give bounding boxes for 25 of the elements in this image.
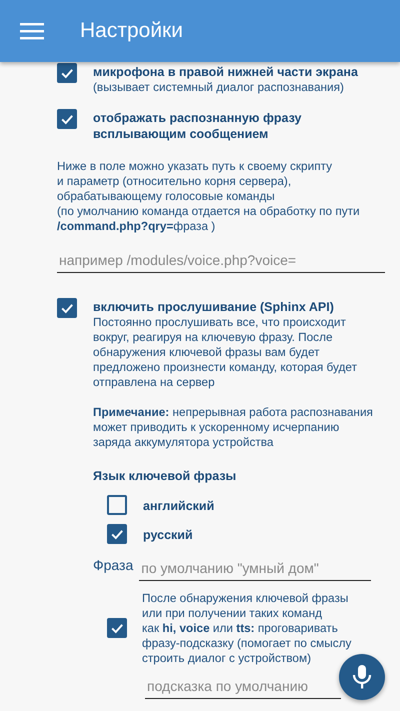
checkbox[interactable]: [57, 109, 77, 129]
checkbox[interactable]: [57, 298, 77, 318]
checkbox[interactable]: [107, 524, 127, 544]
checkbox[interactable]: [107, 495, 127, 515]
option-label: отображать распознанную фразу всплывающим сообщением: [93, 110, 302, 142]
option-label: включить прослушивание (Sphinx API): [93, 299, 335, 315]
phrase-label: Фраза: [93, 557, 134, 575]
menu-icon[interactable]: [20, 22, 44, 40]
option-description: (вызывает системный диалог распознавания): [93, 80, 344, 95]
screen-title: Настройки: [80, 19, 183, 43]
script-note: Ниже в поле можно указать путь к своему скрипту и параметр (относительно корня сервера), обрабатывающему голосовые команды (по умолчанию команда отдается на обработку по пути /command.php?qry=фраза ): [57, 159, 361, 234]
microphone-button[interactable]: [339, 654, 385, 700]
option-label: микрофона в правой нижней части экрана: [93, 64, 358, 80]
hint-field[interactable]: подсказка по умолчанию: [145, 672, 341, 699]
section-heading: Язык ключевой фразы: [93, 468, 238, 484]
microphone-icon: [351, 664, 373, 690]
option-description: После обнаружения ключевой фразы или при получении таких команд как hi, voice или tts: проговаривать фразу-подсказку (помогает по смыслу строить диалог с устройством): [142, 591, 352, 666]
option-description: Постоянно прослушивать все, что происходит вокруг, реагируя на ключевую фразу. После обнаружения ключевой фразы вам будет предложено произнести команду, которая будет отправлена на сервер: [93, 315, 358, 390]
phrase-field[interactable]: по умолчанию "умный дом": [139, 554, 372, 581]
checkbox[interactable]: [107, 618, 127, 638]
checkbox[interactable]: [57, 63, 77, 83]
battery-note: Примечание: непрерывная работа распознавания может приводить к ускоренному исчерпанию заряда аккумулятора устройства: [93, 405, 373, 450]
script-path-field[interactable]: например /modules/voice.php?voice=: [57, 246, 385, 273]
language-label: русский: [143, 526, 193, 542]
language-label: английский: [143, 498, 214, 514]
